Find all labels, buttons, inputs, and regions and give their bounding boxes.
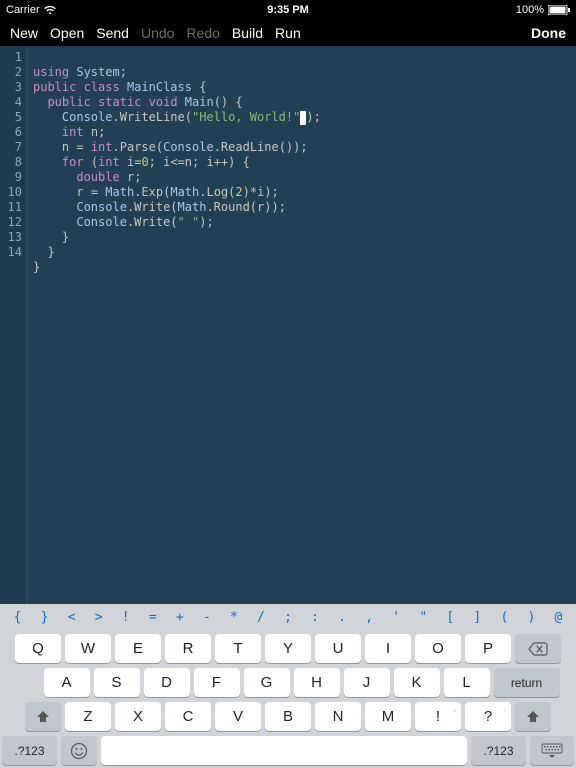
letter-key[interactable]: T [215,634,261,663]
symbol-key[interactable]: - [193,610,220,625]
symbol-key[interactable]: , [356,610,383,625]
letter-key[interactable]: G [244,668,290,697]
letter-key[interactable]: Z [65,702,111,731]
symbol-key[interactable]: [ [437,610,464,625]
symbol-key[interactable]: ( [491,610,518,625]
symbol-key[interactable]: > [85,610,112,625]
letter-key[interactable]: O [415,634,461,663]
line-number: 6 [0,125,22,140]
shift-key[interactable] [515,702,551,731]
line-number: 14 [0,245,22,260]
symbol-key[interactable]: ' [383,610,410,625]
letter-key[interactable]: A [44,668,90,697]
letter-key[interactable]: Q [15,634,61,663]
code-editor[interactable]: 1234567891011121314 using System; public… [0,46,576,604]
symbol-key[interactable]: < [58,610,85,625]
symbol-key[interactable]: = [139,610,166,625]
keyboard-row-4: .?123 .?123 [2,736,574,765]
new-button[interactable]: New [10,25,38,41]
symbol-key[interactable]: ) [518,610,545,625]
clock: 9:35 PM [267,4,309,16]
symbol-key[interactable]: @ [545,610,572,625]
letter-key[interactable]: L [444,668,490,697]
mode-key-right[interactable]: .?123 [471,736,526,765]
open-button[interactable]: Open [50,25,84,41]
keyboard-row-1: QWERTYUIOP [2,634,574,663]
line-number: 9 [0,170,22,185]
carrier-label: Carrier [6,4,40,16]
letter-key[interactable]: Y [265,634,311,663]
letter-key[interactable]: K [394,668,440,697]
emoji-key[interactable] [61,736,97,765]
done-button[interactable]: Done [531,25,566,41]
line-number: 5 [0,110,22,125]
letter-key[interactable]: P [465,634,511,663]
undo-button[interactable]: Undo [141,25,174,41]
mode-key[interactable]: .?123 [2,736,57,765]
redo-button[interactable]: Redo [186,25,219,41]
letter-key[interactable]: X [115,702,161,731]
app-toolbar: New Open Send Undo Redo Build Run Done [0,20,576,46]
letter-key[interactable]: E [115,634,161,663]
punct-key[interactable]: !, [415,702,461,731]
space-key[interactable] [101,736,467,765]
letter-key[interactable]: V [215,702,261,731]
symbol-key[interactable]: { [4,610,31,625]
letter-key[interactable]: H [294,668,340,697]
keyboard: QWERTYUIOP ASDFGHJKLreturn ZXCVBNM!,?. .… [0,630,576,768]
symbol-key[interactable]: / [247,610,274,625]
line-number: 13 [0,230,22,245]
line-number: 11 [0,200,22,215]
keyboard-row-2: ASDFGHJKLreturn [2,668,574,697]
line-number: 1 [0,50,22,65]
symbol-key[interactable]: ] [464,610,491,625]
letter-key[interactable]: R [165,634,211,663]
status-bar: Carrier 9:35 PM 100% [0,0,576,20]
line-gutter: 1234567891011121314 [0,46,26,604]
punct-key[interactable]: ?. [465,702,511,731]
return-key[interactable]: return [494,668,560,697]
build-button[interactable]: Build [232,25,263,41]
letter-key[interactable]: C [165,702,211,731]
letter-key[interactable]: B [265,702,311,731]
battery-pct: 100% [516,4,544,16]
shift-key[interactable] [25,702,61,731]
symbol-key[interactable]: " [410,610,437,625]
line-number: 7 [0,140,22,155]
hide-keyboard-key[interactable] [530,736,574,765]
backspace-key[interactable] [515,634,561,663]
symbol-key[interactable]: : [302,610,329,625]
letter-key[interactable]: I [365,634,411,663]
line-number: 8 [0,155,22,170]
letter-key[interactable]: M [365,702,411,731]
keyboard-row-3: ZXCVBNM!,?. [2,702,574,731]
letter-key[interactable]: F [194,668,240,697]
symbol-row: {}<>!=+-*/;:.,'"[]()@ [0,604,576,630]
wifi-icon [44,6,56,15]
letter-key[interactable]: D [144,668,190,697]
symbol-key[interactable]: + [166,610,193,625]
letter-key[interactable]: N [315,702,361,731]
line-number: 2 [0,65,22,80]
line-number: 4 [0,95,22,110]
send-button[interactable]: Send [96,25,129,41]
text-cursor [300,111,306,125]
line-number: 3 [0,80,22,95]
letter-key[interactable]: U [315,634,361,663]
symbol-key[interactable]: ! [112,610,139,625]
run-button[interactable]: Run [275,25,301,41]
battery-icon [548,5,570,15]
letter-key[interactable]: S [94,668,140,697]
letter-key[interactable]: J [344,668,390,697]
symbol-key[interactable]: * [220,610,247,625]
symbol-key[interactable]: } [31,610,58,625]
letter-key[interactable]: W [65,634,111,663]
line-number: 12 [0,215,22,230]
symbol-key[interactable]: . [329,610,356,625]
symbol-key[interactable]: ; [274,610,301,625]
code-area[interactable]: using System; public class MainClass { p… [26,46,576,604]
line-number: 10 [0,185,22,200]
